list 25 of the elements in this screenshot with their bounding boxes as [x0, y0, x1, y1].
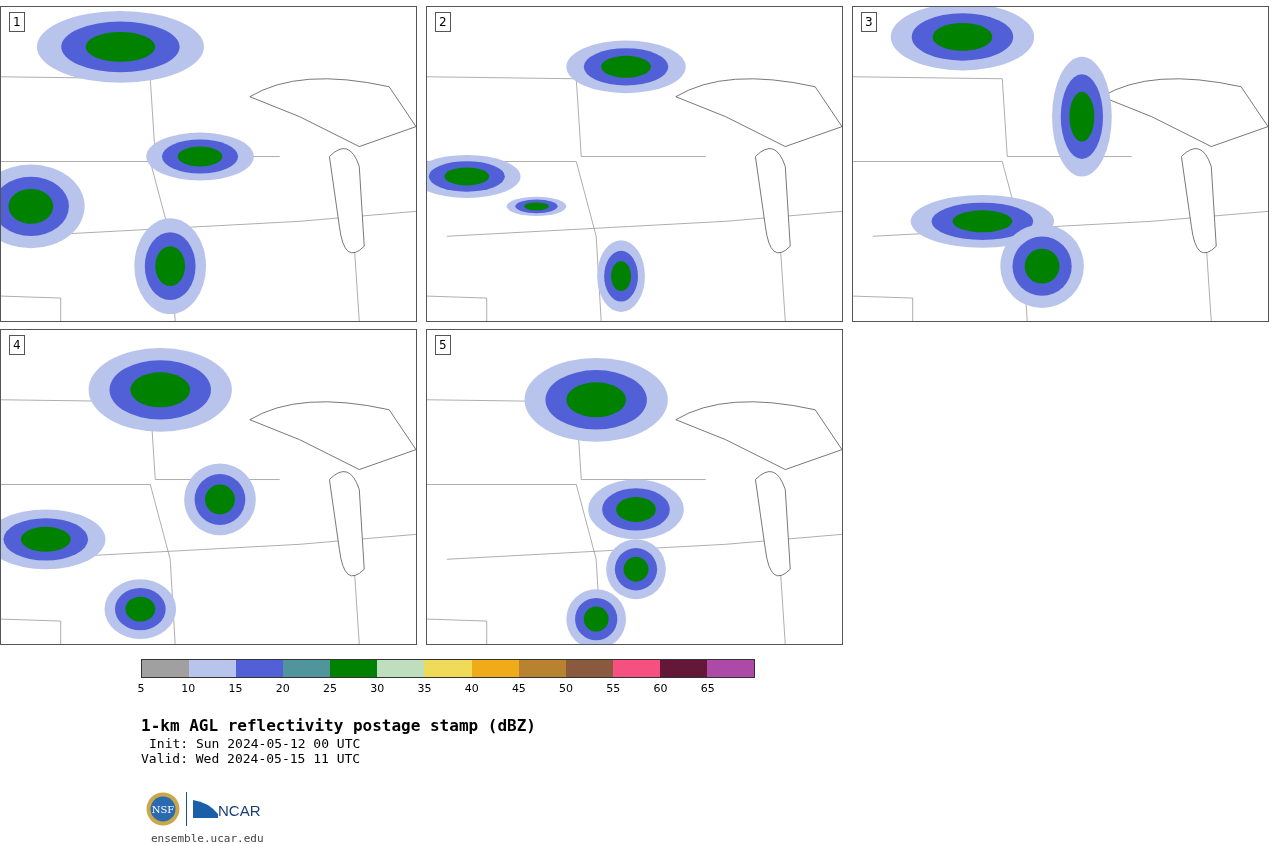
panel-number: 5: [435, 335, 451, 355]
swoosh-icon: [193, 800, 218, 818]
tick-label: 30: [370, 683, 385, 695]
ncar-logo-text: NCAR: [218, 803, 261, 818]
tick-label: 35: [417, 683, 432, 695]
tick-label: 65: [700, 683, 715, 695]
tick-label: 5: [137, 683, 145, 695]
panel-number: 1: [9, 12, 25, 32]
panel-number: 4: [9, 335, 25, 355]
tick-label: 55: [606, 683, 621, 695]
website-url: ensemble.ucar.edu: [151, 831, 265, 844]
chart-title: 1-km AGL reflectivity postage stamp (dBZ): [141, 716, 537, 736]
tick-label: 25: [322, 683, 337, 695]
panel-number: 3: [861, 12, 877, 32]
init-time: Init: Sun 2024-05-12 00 UTC: [148, 736, 362, 751]
tick-label: 10: [181, 683, 196, 695]
valid-time: Valid: Wed 2024-05-15 11 UTC: [141, 751, 362, 766]
seal-logo: NSF: [146, 792, 180, 826]
tick-label: 50: [559, 683, 574, 695]
tick-label: 45: [511, 683, 526, 695]
tick-label: 15: [228, 683, 243, 695]
panel-number: 2: [435, 12, 451, 32]
tick-label: 20: [275, 683, 290, 695]
tick-label: 40: [464, 683, 479, 695]
tick-label: 60: [653, 683, 668, 695]
